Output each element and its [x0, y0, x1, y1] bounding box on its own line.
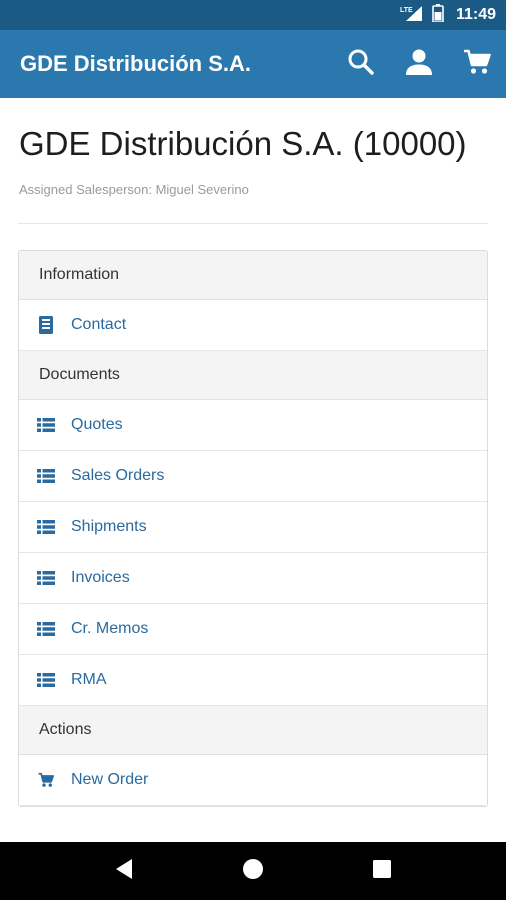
status-bar: LTE 11:49 [0, 0, 506, 30]
page-title: GDE Distribución S.A. (10000) [19, 125, 467, 162]
app-title: GDE Distribución S.A. [20, 51, 252, 76]
navigation-bar [0, 842, 506, 900]
menu-item-label: Contact [71, 316, 127, 333]
menu-item-new-order[interactable]: New Order [19, 755, 487, 806]
cart-button[interactable] [448, 30, 506, 98]
search-icon [347, 48, 375, 81]
battery-icon [432, 3, 444, 27]
list-icon [37, 620, 55, 638]
recents-button[interactable] [352, 842, 412, 900]
menu-panel: Information Contact Documents Quotes Sal… [18, 250, 488, 807]
menu-item-label: Shipments [71, 518, 147, 535]
menu-item-shipments[interactable]: Shipments [19, 502, 487, 553]
main-content: GDE Distribución S.A. (10000) Assigned S… [0, 98, 506, 842]
cart-icon [37, 771, 55, 789]
menu-item-label: Invoices [71, 569, 130, 586]
divider [18, 223, 488, 224]
home-icon [242, 858, 264, 885]
app-bar: GDE Distribución S.A. [0, 30, 506, 98]
list-icon [37, 671, 55, 689]
menu-item-sales-orders[interactable]: Sales Orders [19, 451, 487, 502]
home-button[interactable] [223, 842, 283, 900]
salesperson-label: Assigned Salesperson: Miguel Severino [19, 182, 249, 197]
menu-item-rma[interactable]: RMA [19, 655, 487, 706]
account-button[interactable] [390, 30, 448, 98]
status-time: 11:49 [455, 6, 496, 23]
back-icon [114, 858, 134, 885]
address-book-icon [37, 316, 55, 334]
cart-icon [463, 48, 491, 81]
list-icon [37, 518, 55, 536]
back-button[interactable] [94, 842, 154, 900]
menu-item-label: Sales Orders [71, 467, 165, 484]
list-icon [37, 416, 55, 434]
list-icon [37, 467, 55, 485]
section-header-actions: Actions [19, 706, 487, 755]
section-header-information: Information [19, 251, 487, 300]
menu-item-quotes[interactable]: Quotes [19, 400, 487, 451]
recents-icon [372, 859, 392, 884]
account-icon [405, 48, 433, 81]
menu-item-label: Cr. Memos [71, 620, 149, 637]
menu-item-cr-memos[interactable]: Cr. Memos [19, 604, 487, 655]
menu-item-invoices[interactable]: Invoices [19, 553, 487, 604]
menu-item-label: Quotes [71, 416, 123, 433]
search-button[interactable] [332, 30, 390, 98]
menu-item-label: New Order [71, 771, 149, 788]
menu-item-label: RMA [71, 671, 107, 688]
menu-item-contact[interactable]: Contact [19, 300, 487, 351]
list-icon [37, 569, 55, 587]
svg-text:LTE: LTE [400, 7, 413, 14]
section-header-documents: Documents [19, 351, 487, 400]
lte-signal-icon: LTE [400, 4, 424, 27]
